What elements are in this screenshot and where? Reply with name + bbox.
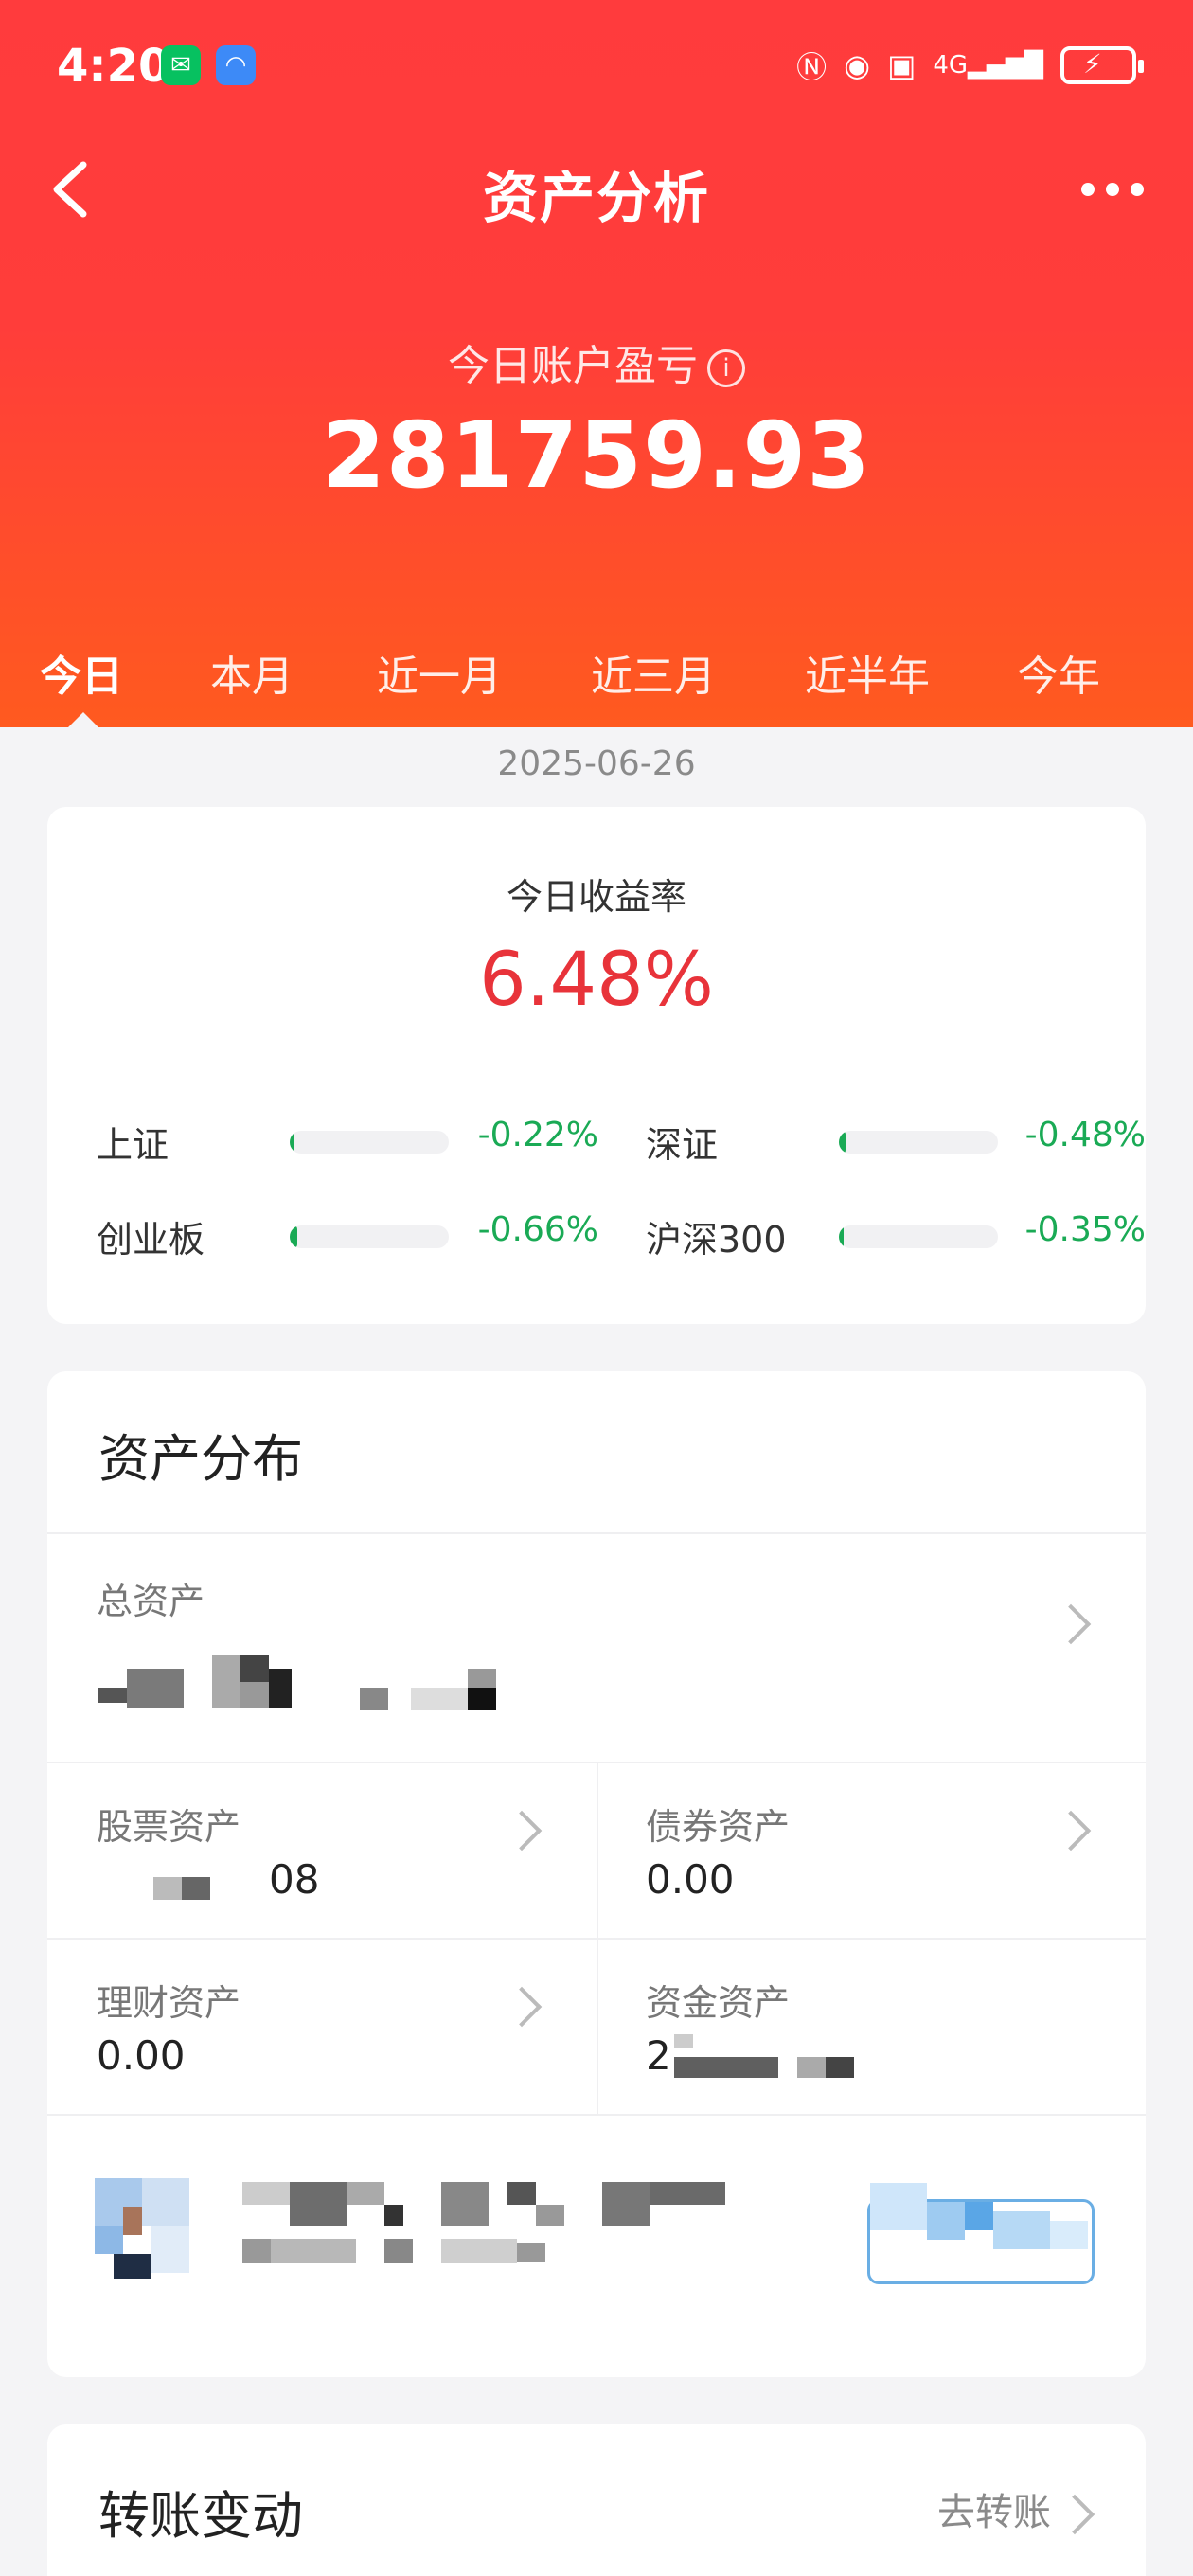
total-assets-row[interactable]: 总资产 [47,1534,1146,1762]
nfc-tag-icon: ▣ [887,47,917,83]
go-transfer-link[interactable]: 去转账 [937,2481,1051,2536]
battery-charging-icon: ⚡ [1060,46,1144,84]
pnl-value: 281759.93 [322,402,871,509]
tab-this-month[interactable]: 本月 [210,642,294,703]
status-icons: Ⓝ ◉ ▣ 4G ▂▄▆█ ⚡ [796,42,1144,89]
stock-assets-cell[interactable]: 股票资产 08 [47,1763,596,1938]
stock-assets-value: 08 [269,1856,320,1903]
tab-three-months[interactable]: 近三月 [591,642,716,703]
chevron-right-icon [501,1986,543,2028]
chevron-right-icon [1050,1603,1092,1645]
cash-assets-cell: 资金资产 2 [598,1940,1146,2114]
wealth-assets-cell[interactable]: 理财资产 0.00 [47,1940,596,2114]
wealth-assets-label: 理财资产 [97,1982,241,2024]
tab-today[interactable]: 今日 [40,642,123,703]
index-change: -0.48% [1024,1116,1146,1154]
tab-half-year[interactable]: 近半年 [805,642,930,703]
wifi-app-icon: ◠ [216,45,256,85]
page-title: 资产分析 [482,166,710,230]
index-bar [839,1225,998,1248]
index-change: -0.22% [477,1116,598,1154]
wealth-assets-value: 0.00 [97,2032,186,2079]
chevron-right-icon [501,1810,543,1852]
nfc-icon: Ⓝ [796,49,828,85]
redacted-advisor-info [242,2182,810,2277]
status-time: 4:20 [57,40,170,93]
chevron-right-icon [1054,2494,1095,2535]
chevron-right-icon [1050,1810,1092,1852]
tab-this-year[interactable]: 今年 [1017,642,1100,703]
index-change: -0.66% [477,1210,598,1249]
index-bar [839,1131,998,1154]
avatar [95,2178,189,2282]
index-shenzhen: 深证 -0.48% [646,1108,1148,1166]
transfer-card[interactable]: 转账变动 去转账 [47,2424,1146,2576]
return-rate-value: 6.48% [479,938,714,1023]
index-name: 创业板 [97,1219,205,1261]
date-label: 2025-06-26 [497,744,696,783]
period-tabs: 今日 本月 近一月 近三月 近半年 今年 [0,635,1193,727]
header: 4:20 ✉ ◠ Ⓝ ◉ ▣ 4G ▂▄▆█ ⚡ 资产分析 今日账户盈亏 i 281… [0,0,1193,727]
index-csi300: 沪深300 -0.35% [646,1203,1148,1261]
eye-icon: ◉ [844,47,871,83]
redacted-value [674,2034,864,2082]
stock-assets-label: 股票资产 [97,1806,241,1848]
cash-assets-label: 资金资产 [646,1982,791,2024]
bond-assets-value: 0.00 [646,1856,735,1903]
index-bar [290,1225,449,1248]
index-chinext: 创业板 -0.66% [97,1203,598,1261]
redacted-button-label [870,2183,1097,2297]
bond-assets-cell[interactable]: 债券资产 0.00 [598,1763,1146,1938]
return-rate-label: 今日收益率 [506,876,686,918]
index-change: -0.35% [1024,1210,1146,1249]
index-name: 上证 [97,1124,169,1166]
section-title: 资产分布 [98,1429,303,1489]
returns-card: 今日收益率 6.48% 上证 -0.22% 深证 -0.48% 创业板 -0.6… [47,807,1146,1324]
asset-distribution-card: 资产分布 总资产 股票资产 08 债券资产 0.00 理财资产 0.00 资金资… [47,1371,1146,2377]
redacted-value [153,1858,286,1905]
tab-one-month[interactable]: 近一月 [377,642,502,703]
index-bar [290,1131,449,1154]
advisor-row [47,2116,1146,2377]
index-name: 沪深300 [646,1219,787,1261]
bond-assets-label: 债券资产 [646,1806,791,1848]
index-shanghai: 上证 -0.22% [97,1108,598,1166]
total-assets-label: 总资产 [97,1581,205,1622]
index-name: 深证 [646,1124,719,1166]
cash-assets-value: 2 [646,2032,671,2079]
pnl-label: 今日账户盈亏 i [0,331,1193,392]
status-bar: 4:20 ✉ ◠ Ⓝ ◉ ▣ 4G ▂▄▆█ ⚡ [0,28,1193,104]
info-icon[interactable]: i [707,349,745,387]
more-horizontal-icon[interactable] [1070,161,1155,218]
wechat-icon: ✉ [161,45,201,85]
tab-indicator [68,712,98,727]
advisor-button[interactable] [867,2183,1095,2284]
signal-4g-icon: 4G ▂▄▆█ [933,51,1043,80]
nav-bar: 资产分析 [0,133,1193,246]
section-title: 转账变动 [98,2486,303,2546]
redacted-value [98,1655,543,1712]
